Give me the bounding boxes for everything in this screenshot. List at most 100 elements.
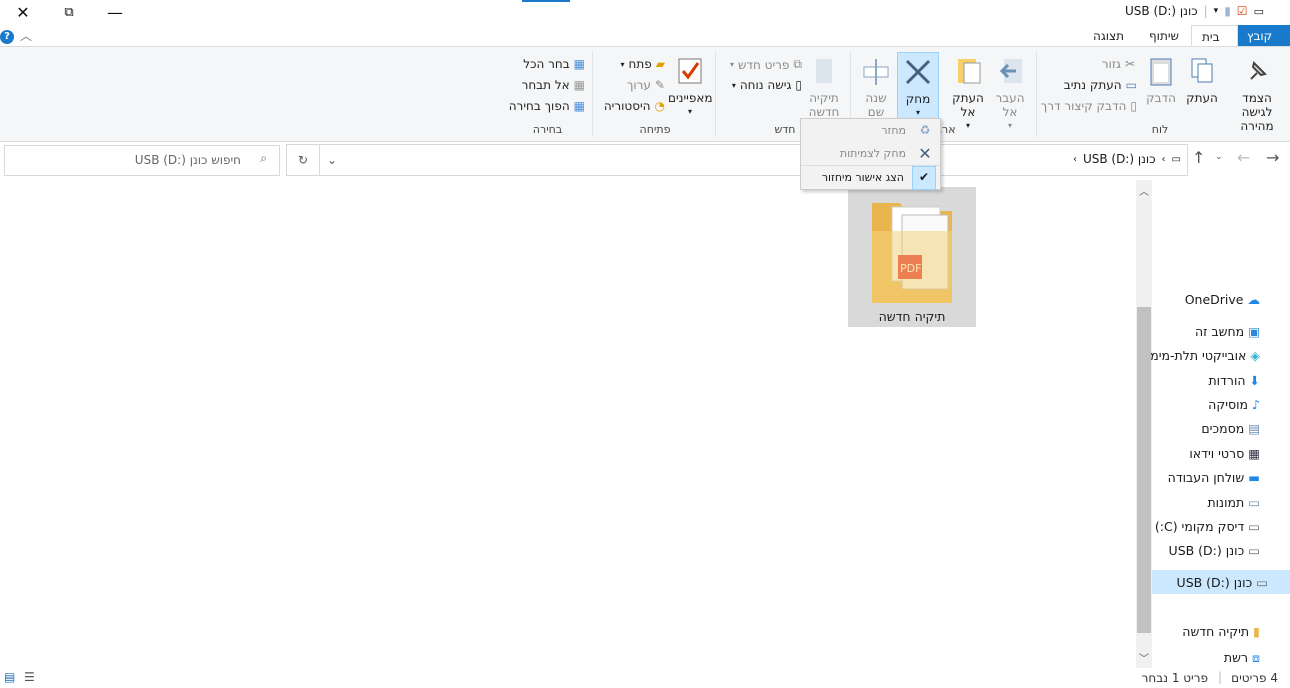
history-button[interactable]: ◔ היסטוריה (600, 99, 665, 113)
folder-qat-icon[interactable]: ▮ (1224, 4, 1231, 18)
scrollbar-thumb[interactable] (1137, 307, 1151, 633)
nav-item-new-folder[interactable]: ▮ תיקיה חדשה (1182, 619, 1260, 643)
back-button[interactable]: → (1266, 148, 1279, 167)
title-area: ▭ ☑ ▮ ▾ | כונן USB (D:) (1125, 4, 1264, 18)
scroll-down-button[interactable]: ﹀ (1139, 650, 1149, 665)
item-count: 4 פריטים (1231, 671, 1278, 685)
file-item[interactable]: PDF תיקיה חדשה (848, 187, 976, 327)
chevron-down-icon: ▾ (687, 107, 692, 116)
open-icon: ▰ (655, 57, 665, 71)
chevron-down-icon: ▾ (729, 60, 734, 69)
nav-item-onedrive[interactable]: ☁ OneDrive (1185, 287, 1260, 311)
properties-icon (674, 55, 706, 87)
restore-button[interactable]: ⧉ (46, 0, 92, 24)
address-history-dropdown[interactable]: ⌄ (327, 153, 337, 167)
close-button[interactable]: ✕ (0, 0, 46, 24)
menu-item-show-recycle-confirmation[interactable]: הצג אישור מיחזור ✔ (801, 165, 940, 190)
paste-shortcut-button[interactable]: ▯ הדבק קיצור דרך (1040, 99, 1137, 113)
new-folder-button[interactable]: תיקיה חדשה (805, 55, 843, 119)
search-placeholder: חיפוש כונן USB (D:) (134, 153, 241, 167)
delete-button[interactable]: מחק ▾ (897, 52, 939, 120)
qat-dropdown-icon[interactable]: ▾ (1214, 6, 1219, 16)
drive-icon: ▭ (1256, 574, 1268, 590)
chevron-icon: › (1161, 153, 1166, 165)
ribbon-tabs: ? ︿ קובץ בית שיתוף תצוגה (0, 25, 1290, 48)
recent-locations-button[interactable]: ⌄ (1215, 152, 1223, 162)
details-view-button[interactable]: ▤ (4, 670, 15, 684)
rename-button[interactable]: שנה שם (858, 55, 894, 119)
select-all-icon: ▦ (573, 57, 585, 71)
menu-item-delete-permanently[interactable]: מחק לצמיתות ✕ (801, 142, 940, 165)
refresh-button[interactable]: ↻ (287, 145, 320, 175)
chevron-down-icon: ▾ (731, 80, 736, 90)
nav-item-videos[interactable]: ▦ סרטי וידאו (1189, 441, 1260, 465)
pictures-icon: ▭ (1248, 494, 1260, 510)
open-button[interactable]: ▰ פתח ▾ (610, 57, 665, 71)
search-box[interactable]: ⌕ חיפוש כונן USB (D:) (4, 145, 280, 176)
nav-item-this-pc[interactable]: ▣ מחשב זה (1195, 319, 1260, 343)
network-icon: ⧈ (1252, 650, 1260, 665)
arrow-left-icon: ← (1237, 148, 1251, 167)
tab-home[interactable]: בית (1191, 25, 1238, 48)
edit-button[interactable]: ✎ ערוך (622, 78, 665, 92)
nav-item-usb-drive[interactable]: ▭ כונן USB (D:) (1169, 538, 1260, 562)
new-item-button[interactable]: ⧉ פריט חדש ▾ (722, 57, 802, 72)
nav-item-music[interactable]: ♪ מוסיקה (1208, 392, 1260, 416)
arrow-up-icon: ↑ (1192, 148, 1206, 167)
collapse-ribbon-icon[interactable]: ︿ (20, 27, 32, 44)
group-separator (1036, 51, 1037, 137)
chevron-up-icon: ︿ (1139, 187, 1149, 198)
tab-share[interactable]: שיתוף (1139, 25, 1193, 47)
minimize-button[interactable]: — (92, 0, 138, 24)
copy-to-button[interactable]: העתק אל ▾ (950, 55, 986, 133)
select-all-button[interactable]: ▦ בחר הכל (510, 57, 585, 71)
copy-button[interactable]: העתק (1184, 55, 1220, 105)
properties-qat-icon[interactable]: ☑ (1237, 4, 1248, 18)
forward-button[interactable]: ← (1237, 148, 1250, 167)
breadcrumb-item[interactable]: כונן USB (D:) (1083, 152, 1156, 166)
pin-quick-access-button[interactable]: הצמד לגישה מהירה (1226, 55, 1288, 133)
nav-item-pictures[interactable]: ▭ תמונות (1207, 490, 1260, 514)
nav-item-documents[interactable]: ▤ מסמכים (1201, 416, 1260, 440)
arrow-right-icon: → (1266, 148, 1280, 167)
download-icon: ⬇ (1249, 372, 1260, 388)
menu-item-recycle[interactable]: מחזר ♻ (801, 119, 940, 142)
paste-button[interactable]: הדבק (1145, 55, 1177, 105)
disk-icon: ▭ (1248, 518, 1260, 534)
desktop-icon: ▬ (1248, 469, 1260, 485)
up-button[interactable]: ↑ (1192, 148, 1205, 167)
tab-view[interactable]: תצוגה (1083, 25, 1137, 47)
nav-item-network[interactable]: ⧈ רשת (1224, 650, 1260, 668)
properties-button[interactable]: מאפיינים ▾ (668, 55, 712, 119)
minimize-icon: — (107, 2, 123, 22)
restore-icon: ⧉ (64, 4, 74, 20)
help-icon[interactable]: ? (0, 28, 14, 44)
group-label-select: בחירה (532, 123, 563, 136)
copy-path-button[interactable]: ▭ העתק נתיב (1062, 78, 1137, 92)
chevron-down-icon: ⌄ (1215, 152, 1223, 162)
nav-item-desktop[interactable]: ▬ שולחן העבודה (1168, 465, 1260, 489)
cut-button[interactable]: ✂ גזור (1095, 57, 1135, 71)
nav-item-usb-drive-selected[interactable]: ▭ כונן USB (D:) (1152, 570, 1290, 594)
breadcrumb: ▭ › כונן USB (D:) › (1073, 152, 1181, 166)
cloud-icon: ☁ (1247, 291, 1261, 307)
nav-item-3d-objects[interactable]: ◈ אובייקטי תלת-מימד (1150, 343, 1260, 367)
list-view-button[interactable]: ☰ (24, 670, 35, 684)
new-item-icon: ⧉ (793, 57, 802, 71)
document-icon: ▤ (1248, 420, 1260, 436)
nav-item-local-disk[interactable]: ▭ דיסק מקומי (C:) (1155, 514, 1260, 538)
easy-access-button[interactable]: ▯ גישה נוחה ▾ (722, 78, 802, 92)
address-bar[interactable]: ↻ ⌄ ▭ › כונן USB (D:) › (286, 144, 1188, 176)
invert-selection-button[interactable]: ▦ הפוך בחירה (500, 99, 585, 113)
tab-file[interactable]: קובץ (1237, 25, 1290, 47)
folder-pdf-icon: PDF (870, 197, 954, 310)
scroll-up-button[interactable]: ︿ (1139, 183, 1149, 198)
progress-indicator (522, 0, 570, 2)
select-none-button[interactable]: ▦ אל תבחר (510, 78, 585, 92)
nav-item-downloads[interactable]: ⬇ הורדות (1208, 368, 1260, 392)
delete-menu: מחזר ♻ מחק לצמיתות ✕ הצג אישור מיחזור ✔ (800, 118, 941, 190)
invert-selection-icon: ▦ (573, 99, 585, 113)
move-to-button[interactable]: העבר אל ▾ (992, 55, 1028, 133)
drive-icon: ▭ (1171, 153, 1181, 165)
edit-icon: ✎ (654, 78, 665, 92)
